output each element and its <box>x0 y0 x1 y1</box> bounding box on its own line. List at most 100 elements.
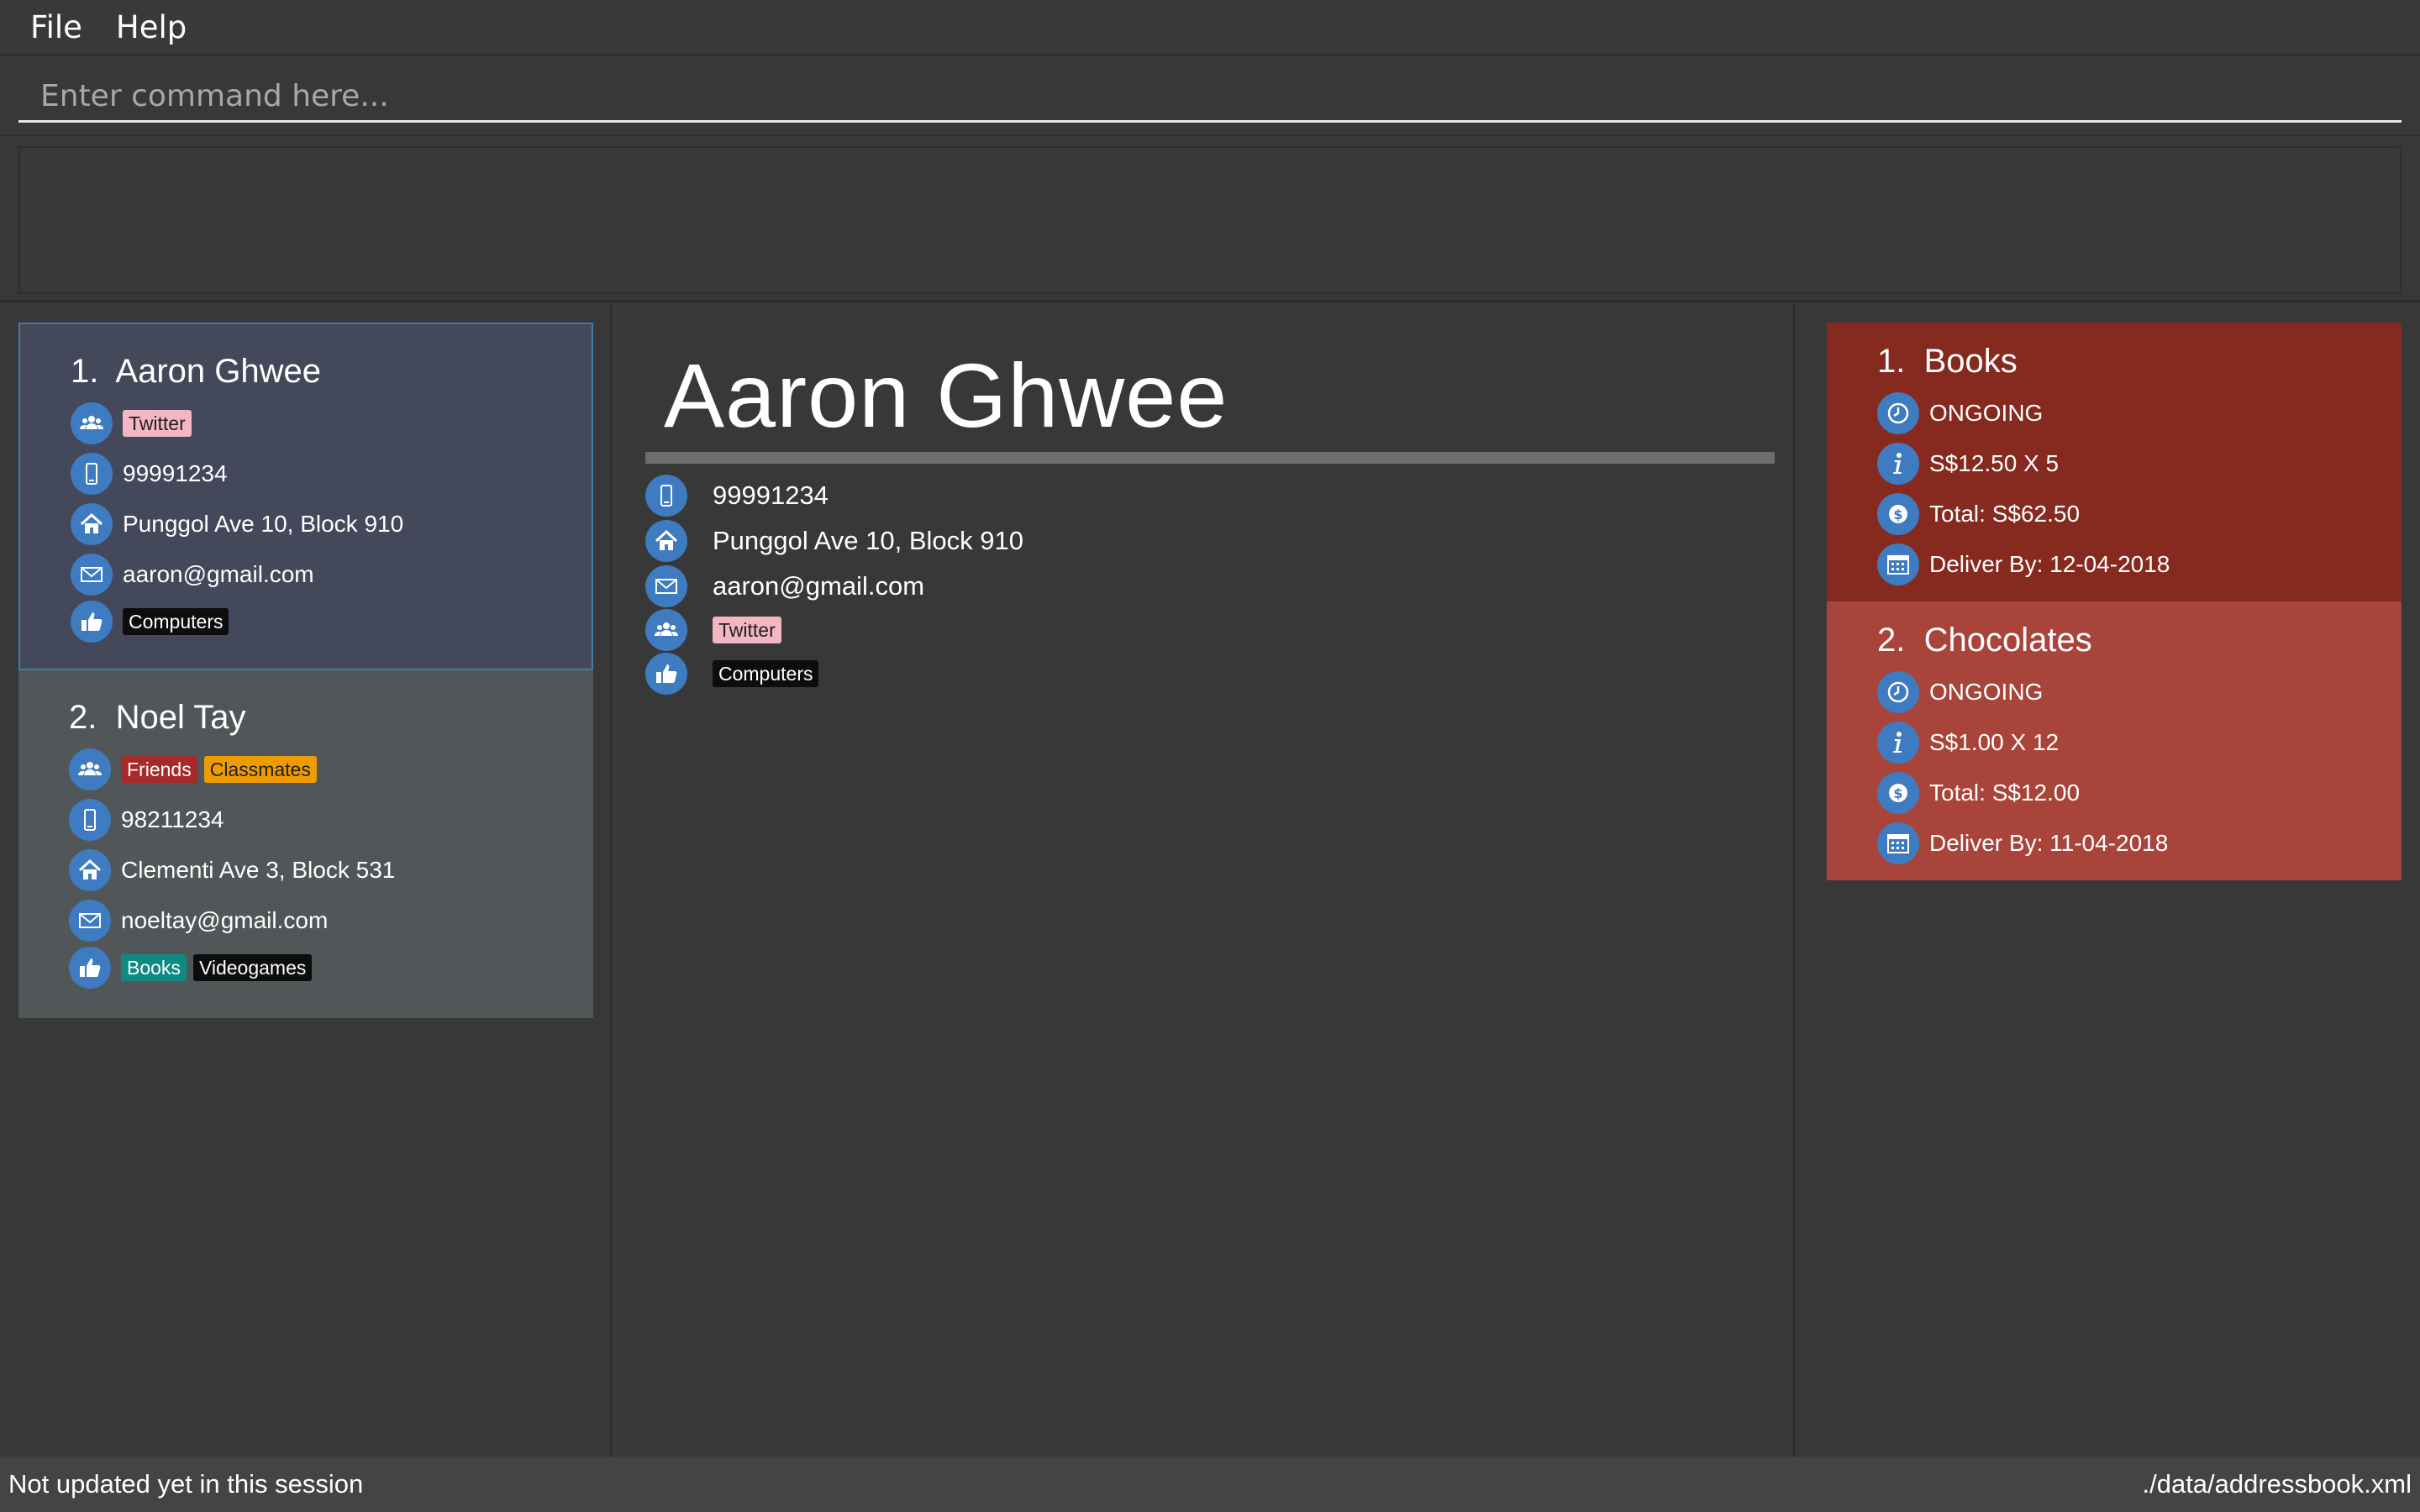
phone-icon <box>71 453 113 495</box>
order-list: 1. Books ONGOING S$12.50 X 5 Total: S$62… <box>1827 323 2402 880</box>
preference-tag: Videogames <box>192 954 313 981</box>
detail-address: Punggol Ave 10, Block 910 <box>713 526 1023 555</box>
dollar-icon <box>1877 772 1919 814</box>
person-phone-row: 99991234 <box>71 452 228 496</box>
person-index: 1. <box>71 353 99 390</box>
order-card[interactable]: 1. Books ONGOING S$12.50 X 5 Total: S$62… <box>1827 323 2402 601</box>
sync-status: Not updated yet in this session <box>8 1469 364 1499</box>
person-card[interactable]: 2. Noel Tay Friends Classmates 98211234 … <box>18 670 593 1018</box>
detail-divider <box>645 452 1775 464</box>
mail-icon <box>69 900 111 942</box>
order-total: Total: S$62.50 <box>1929 501 2081 527</box>
order-status: ONGOING <box>1929 679 2044 705</box>
person-phone: 98211234 <box>121 806 224 832</box>
save-location: ./data/addressbook.xml <box>2142 1469 2412 1499</box>
mail-icon <box>645 565 687 607</box>
person-detail-panel: Aaron Ghwee 99991234 Punggol Ave 10, Blo… <box>612 323 1793 911</box>
group-tag: Twitter <box>713 617 781 643</box>
order-deliver-row: Deliver By: 12-04-2018 <box>1877 543 2170 586</box>
thumbs-up-icon <box>71 601 113 643</box>
order-status: ONGOING <box>1929 400 2044 426</box>
order-price-qty: S$12.50 X 5 <box>1929 450 2060 476</box>
calendar-icon <box>1877 822 1919 864</box>
order-card[interactable]: 2. Chocolates ONGOING S$1.00 X 12 Total:… <box>1827 601 2402 880</box>
detail-email: aaron@gmail.com <box>713 571 925 601</box>
status-bar: Not updated yet in this session ./data/a… <box>0 1457 2420 1512</box>
mail-icon <box>71 554 113 596</box>
thumbs-up-icon <box>69 947 111 989</box>
person-list: 1. Aaron Ghwee Twitter 99991234 Punggol … <box>18 323 593 1018</box>
info-icon <box>1877 443 1919 485</box>
person-address-row: Punggol Ave 10, Block 910 <box>71 502 403 546</box>
group-icon <box>69 748 111 790</box>
calendar-icon <box>1877 543 1919 585</box>
person-index: 2. <box>69 699 97 736</box>
person-phone: 99991234 <box>123 460 228 486</box>
command-input[interactable] <box>18 72 2402 123</box>
thumbs-up-icon <box>645 653 687 695</box>
info-icon <box>1877 722 1919 764</box>
order-price-row: S$12.50 X 5 <box>1877 442 2059 486</box>
menu-help[interactable]: Help <box>116 9 187 45</box>
home-icon <box>69 849 111 891</box>
detail-email-row: aaron@gmail.com <box>645 564 924 608</box>
order-deliver-date: Deliver By: 11-04-2018 <box>1929 830 2169 856</box>
order-card-title: 1. Books <box>1877 343 2018 381</box>
order-deliver-row: Deliver By: 11-04-2018 <box>1877 822 2168 865</box>
person-email-row: noeltay@gmail.com <box>69 899 328 942</box>
group-icon <box>71 402 113 444</box>
order-total-row: Total: S$12.00 <box>1877 771 2080 815</box>
phone-icon <box>645 475 687 517</box>
preference-tag: Computers <box>713 660 819 687</box>
order-name: Chocolates <box>1923 622 2092 659</box>
clock-icon <box>1877 671 1919 713</box>
result-display-panel <box>0 136 2420 302</box>
person-groups-row: Twitter <box>71 402 192 445</box>
dollar-icon <box>1877 493 1919 535</box>
order-status-row: ONGOING <box>1877 391 2043 435</box>
order-index: 2. <box>1877 622 1906 659</box>
order-index: 1. <box>1877 343 1906 380</box>
detail-preferences-row: Computers <box>645 652 819 696</box>
preference-tag: Computers <box>123 608 229 635</box>
command-box <box>0 55 2420 136</box>
person-name: Noel Tay <box>115 699 246 736</box>
order-name: Books <box>1923 343 2018 380</box>
menu-file[interactable]: File <box>30 9 82 45</box>
order-card-title: 2. Chocolates <box>1877 622 2092 659</box>
person-name: Aaron Ghwee <box>115 353 321 390</box>
person-card-title: 1. Aaron Ghwee <box>71 353 321 391</box>
detail-phone: 99991234 <box>713 480 829 510</box>
person-address-row: Clementi Ave 3, Block 531 <box>69 848 395 892</box>
menu-bar: File Help <box>0 0 2420 55</box>
person-preferences-row: Books Videogames <box>69 946 313 990</box>
phone-icon <box>69 799 111 841</box>
person-phone-row: 98211234 <box>69 798 224 842</box>
right-divider[interactable] <box>1793 304 1795 1457</box>
order-status-row: ONGOING <box>1877 670 2043 714</box>
home-icon <box>645 520 687 562</box>
person-preferences-row: Computers <box>71 600 229 643</box>
person-card-title: 2. Noel Tay <box>69 699 246 737</box>
order-price-qty: S$1.00 X 12 <box>1929 729 2060 755</box>
order-total-row: Total: S$62.50 <box>1877 492 2080 536</box>
order-price-row: S$1.00 X 12 <box>1877 721 2059 764</box>
person-email: noeltay@gmail.com <box>121 907 329 933</box>
detail-address-row: Punggol Ave 10, Block 910 <box>645 519 1023 563</box>
detail-name: Aaron Ghwee <box>664 344 1228 446</box>
person-email: aaron@gmail.com <box>123 561 314 587</box>
clock-icon <box>1877 392 1919 434</box>
group-tag: Classmates <box>203 756 317 783</box>
person-card[interactable]: 1. Aaron Ghwee Twitter 99991234 Punggol … <box>18 323 593 670</box>
group-tag: Twitter <box>123 410 192 437</box>
person-address: Clementi Ave 3, Block 531 <box>121 857 396 883</box>
detail-phone-row: 99991234 <box>645 474 829 517</box>
detail-groups-row: Twitter <box>645 608 781 652</box>
group-tag: Friends <box>121 756 197 783</box>
home-icon <box>71 503 113 545</box>
order-deliver-date: Deliver By: 12-04-2018 <box>1929 551 2170 577</box>
group-icon <box>645 609 687 651</box>
person-address: Punggol Ave 10, Block 910 <box>123 511 404 537</box>
result-display[interactable] <box>18 146 2402 294</box>
order-total: Total: S$12.00 <box>1929 780 2081 806</box>
